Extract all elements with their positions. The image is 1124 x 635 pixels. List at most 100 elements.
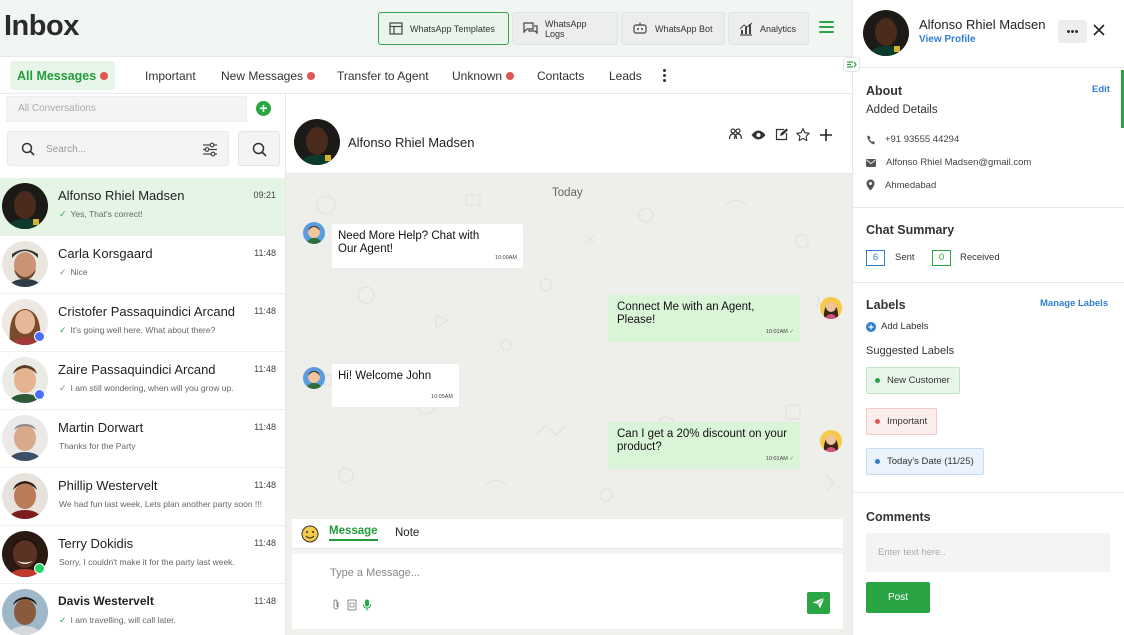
plus-icon[interactable]	[820, 129, 832, 141]
edit-icon[interactable]	[775, 128, 788, 141]
manage-labels-link[interactable]: Manage Labels	[1040, 298, 1108, 309]
page-title: Inbox	[4, 10, 79, 42]
close-icon[interactable]	[1093, 24, 1105, 36]
more-options-button[interactable]	[1058, 20, 1087, 43]
star-icon[interactable]	[796, 128, 810, 141]
tab-important[interactable]: Important	[145, 61, 196, 90]
conversation-preview-text: It's going well here, What about there?	[70, 325, 216, 335]
day-separator: Today	[552, 187, 583, 199]
eye-icon[interactable]	[751, 130, 766, 140]
unread-badge	[100, 71, 109, 80]
document-icon[interactable]	[347, 599, 357, 611]
conversation-preview-text: Sorry, I couldn't make it for the party …	[59, 557, 235, 567]
label-text: Important	[887, 416, 928, 427]
comment-input[interactable]	[866, 533, 1110, 572]
message-text: Need More Help? Chat with Our Agent!	[338, 230, 480, 255]
conversation-time: 11:48	[254, 248, 276, 258]
composer-tabs: Message Note	[292, 519, 843, 549]
message-bubble-incoming: Need More Help? Chat with Our Agent! 10:…	[332, 224, 523, 268]
conversation-time: 11:48	[254, 306, 276, 316]
message-input[interactable]	[330, 565, 770, 581]
list-item[interactable]: Terry Dokidis 11:48 Sorry, I couldn't ma…	[0, 526, 285, 584]
group-icon[interactable]	[729, 128, 742, 140]
messenger-icon	[34, 389, 45, 400]
list-item[interactable]: Alfonso Rhiel Madsen 09:21 ✓ Yes, That's …	[0, 178, 285, 236]
whatsapp-logs-button[interactable]: WhatsApp Logs	[512, 12, 618, 45]
search-box	[7, 131, 229, 166]
email-address: Alfonso Rhiel Madsen@gmail.com	[886, 157, 1032, 168]
attachment-icon[interactable]	[331, 599, 341, 611]
tab-message[interactable]: Message	[329, 525, 378, 541]
conversation-filter-select[interactable]: All Conversations	[6, 96, 247, 122]
send-button[interactable]	[807, 592, 830, 614]
add-labels-button[interactable]: Add Labels	[866, 321, 929, 332]
list-item[interactable]: Zaire Passaquindici Arcand 11:48 ✓ I am s…	[0, 352, 285, 410]
location-pin-icon	[866, 179, 875, 191]
tab-unknown[interactable]: Unknown	[452, 61, 515, 90]
whatsapp-templates-button[interactable]: WhatsApp Templates	[378, 12, 509, 45]
chat-panel: Alfonso Rhiel Madsen Today Need More Hel…	[286, 94, 852, 635]
hamburger-menu-icon[interactable]	[819, 21, 834, 34]
list-item[interactable]: Martin Dorwart 11:48 Thanks for the Part…	[0, 410, 285, 468]
avatar	[2, 241, 48, 287]
whatsapp-bot-label: WhatsApp Bot	[655, 23, 713, 34]
conversation-preview: ✓ It's going well here, What about there?	[59, 325, 215, 336]
filter-settings-icon[interactable]	[202, 142, 218, 157]
tab-note[interactable]: Note	[395, 527, 419, 539]
edit-link[interactable]: Edit	[1092, 84, 1110, 95]
search-button[interactable]	[238, 131, 280, 166]
more-tabs-icon[interactable]	[660, 69, 668, 83]
add-labels-text: Add Labels	[881, 321, 929, 332]
label-important[interactable]: Important	[866, 408, 938, 435]
tab-new-messages[interactable]: New Messages	[221, 61, 316, 90]
suggested-labels-title: Suggested Labels	[866, 345, 955, 357]
search-input[interactable]	[46, 141, 186, 157]
post-button[interactable]: Post	[866, 582, 930, 613]
tab-transfer-to-agent[interactable]: Transfer to Agent	[337, 61, 429, 90]
tab-contacts[interactable]: Contacts	[537, 61, 584, 90]
about-title: About	[866, 84, 903, 98]
location-row: Ahmedabad	[866, 179, 936, 191]
unread-badge	[307, 71, 316, 80]
comments-title: Comments	[866, 510, 931, 524]
message-time-text: 10:01AM	[765, 329, 788, 335]
read-check-icon: ✓	[59, 325, 67, 335]
message-bubble-incoming: Hi! Welcome John 10:05AM	[332, 364, 459, 407]
avatar	[294, 119, 340, 165]
conversation-name: Carla Korsgaard	[58, 246, 153, 261]
label-new-customer[interactable]: New Customer	[866, 367, 960, 394]
conversation-preview-text: We had fun last week, Lets plan another …	[59, 499, 263, 509]
message-time: 10:01AM ✓	[766, 326, 794, 339]
conversation-preview-text: Yes, That's correct!	[70, 209, 143, 219]
list-item[interactable]: Phillip Westervelt 11:48 We had fun last…	[0, 468, 285, 526]
view-profile-link[interactable]: View Profile	[919, 34, 976, 45]
tab-leads[interactable]: Leads	[609, 61, 642, 90]
analytics-button[interactable]: Analytics	[728, 12, 809, 45]
label-todays-date[interactable]: Today's Date (11/25)	[866, 448, 984, 475]
list-item[interactable]: Carla Korsgaard 11:48 ✓ Nice	[0, 236, 285, 294]
whatsapp-bot-button[interactable]: WhatsApp Bot	[621, 12, 725, 45]
templates-icon	[389, 22, 403, 35]
tab-new-messages-label: New Messages	[221, 68, 304, 83]
message-text: Connect Me with an Agent, Please!	[617, 301, 755, 326]
read-check-icon: ✓	[59, 615, 67, 625]
analytics-icon	[739, 22, 753, 36]
message-text: Hi! Welcome John	[338, 370, 432, 382]
received-label: Received	[960, 252, 1000, 263]
sent-label: Sent	[895, 252, 915, 263]
tab-all-messages[interactable]: All Messages	[10, 61, 116, 90]
add-conversation-button[interactable]: +	[256, 101, 271, 116]
emoji-icon[interactable]	[301, 525, 319, 543]
whatsapp-logs-label: WhatsApp Logs	[545, 18, 587, 39]
label-dot	[875, 459, 880, 464]
collapse-panel-icon[interactable]	[843, 57, 860, 72]
conversation-preview-text: Nice	[70, 267, 88, 277]
add-circle-icon	[866, 321, 876, 332]
conversation-preview: Sorry, I couldn't make it for the party …	[59, 557, 235, 567]
conversation-name: Phillip Westervelt	[58, 478, 158, 493]
list-item[interactable]: Cristofer Passaquindici Arcand 11:48 ✓ It…	[0, 294, 285, 352]
list-item[interactable]: Davis Westervelt 11:48 ✓ I am travelling,…	[0, 584, 285, 635]
message-area: Today Need More Help? Chat with Our Agen…	[286, 175, 852, 515]
chat-contact-name: Alfonso Rhiel Madsen	[348, 135, 475, 150]
microphone-icon[interactable]	[363, 599, 371, 611]
